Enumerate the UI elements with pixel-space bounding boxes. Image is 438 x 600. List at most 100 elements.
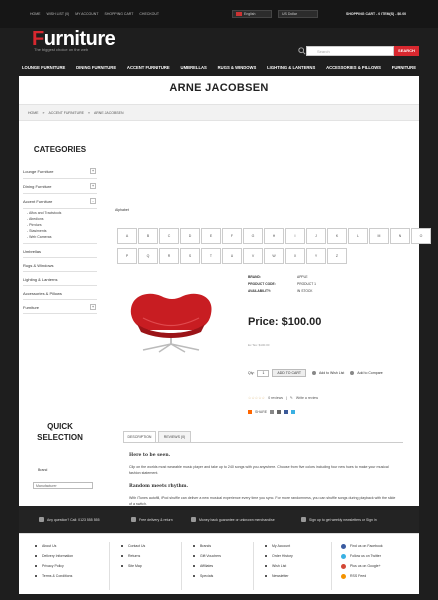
alphabet-letter[interactable]: G — [243, 228, 263, 244]
alphabet-letter[interactable]: E — [201, 228, 221, 244]
print-icon[interactable] — [277, 410, 282, 414]
alphabet-letter[interactable]: K — [327, 228, 347, 244]
alphabet-letter[interactable]: X — [285, 248, 305, 264]
product-image[interactable] — [123, 284, 219, 356]
add-to-compare-link[interactable]: Add to Compare — [357, 371, 383, 375]
nav-item-lighting[interactable]: Lighting & Lanterns — [267, 65, 315, 70]
alphabet-letter[interactable]: T — [201, 248, 221, 264]
twitter-link[interactable]: Follow us on Twitter — [341, 554, 383, 564]
footer-link[interactable]: About Us — [35, 544, 73, 554]
search-button[interactable]: SEARCH — [394, 46, 419, 56]
facebook-icon[interactable] — [284, 410, 289, 414]
description-heading: Random meets rhythm. — [129, 484, 189, 489]
alphabet-letter[interactable]: O — [411, 228, 431, 244]
alphabet-letter[interactable]: Z — [327, 248, 347, 264]
cart-summary[interactable]: SHOPPING CART - 0 ITEM(S) - $0.00 — [346, 12, 406, 16]
rss-link[interactable]: RSS Feed — [341, 574, 383, 584]
footer-link[interactable]: Site Map — [121, 564, 145, 574]
alphabet-letter[interactable]: I — [285, 228, 305, 244]
description-paragraph: Clip on the worlds most wearable music p… — [129, 465, 389, 475]
alphabet-letter[interactable]: H — [264, 228, 284, 244]
category-item[interactable]: Umbrellas — [23, 244, 97, 258]
alphabet-letter[interactable]: F — [222, 228, 242, 244]
nav-item-accessories[interactable]: Accessories & Pillows — [326, 65, 381, 70]
alphabet-letter[interactable]: A — [117, 228, 137, 244]
category-item[interactable]: Lighting & Lanterns — [23, 272, 97, 286]
feature-newsletter[interactable]: Sign up to get weekly newsletters or Sig… — [301, 517, 377, 522]
alphabet-letter[interactable]: C — [159, 228, 179, 244]
share-label[interactable]: SHARE — [255, 410, 267, 414]
alphabet-letter[interactable]: D — [180, 228, 200, 244]
breadcrumb-accent[interactable]: ACCENT FURNITURE — [48, 111, 84, 115]
alphabet-letter[interactable]: M — [369, 228, 389, 244]
footer-link[interactable]: Terms & Conditions — [35, 574, 73, 584]
write-review-link[interactable]: Write a review — [296, 396, 318, 400]
category-item[interactable]: Dining Furniture + — [23, 179, 97, 194]
footer-link[interactable]: Order History — [265, 554, 293, 564]
nav-item-umbrellas[interactable]: Umbrellas — [181, 65, 207, 70]
currency-select[interactable]: US Dollar — [278, 10, 318, 18]
alphabet-letter[interactable]: U — [222, 248, 242, 264]
expand-icon[interactable]: + — [90, 168, 96, 174]
nav-item-lounge[interactable]: Lounge Furniture — [22, 65, 65, 70]
alphabet-letter[interactable]: J — [306, 228, 326, 244]
spec-value[interactable]: APPLE — [297, 275, 308, 282]
category-item[interactable]: Lounge Furniture + — [23, 164, 97, 179]
footer-link[interactable]: Contact Us — [121, 544, 145, 554]
footer-divider — [331, 542, 332, 590]
top-link-checkout[interactable]: Checkout — [139, 12, 159, 16]
alphabet-letter[interactable]: S — [180, 248, 200, 264]
email-icon[interactable] — [270, 410, 275, 414]
facebook-link[interactable]: Find us on Facebook — [341, 544, 383, 554]
top-link-wishlist[interactable]: Wish List (0) — [47, 12, 70, 16]
nav-item-accent[interactable]: Accent Furniture — [127, 65, 170, 70]
category-item[interactable]: Furniture + — [23, 300, 97, 314]
page-title: ARNE JACOBSEN — [169, 82, 269, 94]
footer-link[interactable]: My Account — [265, 544, 293, 554]
feature-text[interactable]: Sign up to get weekly newsletters or Sig… — [309, 518, 377, 522]
alphabet-letter[interactable]: V — [243, 248, 263, 264]
footer-link[interactable]: Returns — [121, 554, 145, 564]
subcategory-item[interactable]: - Web Cameras — [27, 235, 97, 241]
alphabet-letter[interactable]: R — [159, 248, 179, 264]
alphabet-letter[interactable]: Q — [138, 248, 158, 264]
search-input[interactable]: Search — [306, 46, 394, 56]
footer-link[interactable]: Specials — [193, 574, 221, 584]
alphabet-letter[interactable]: N — [390, 228, 410, 244]
footer-link[interactable]: Affiliates — [193, 564, 221, 574]
category-item[interactable]: Rugs & Windows — [23, 258, 97, 272]
breadcrumb-home[interactable]: HOME — [28, 111, 39, 115]
expand-icon[interactable]: + — [90, 183, 96, 189]
nav-item-dining[interactable]: Dining Furniture — [76, 65, 116, 70]
category-item[interactable]: Accent Furniture - — [23, 194, 97, 209]
collapse-icon[interactable]: - — [90, 198, 96, 204]
alphabet-letter[interactable]: L — [348, 228, 368, 244]
category-label: Accessories & Pillows — [23, 291, 62, 296]
add-to-cart-button[interactable]: ADD TO CART — [272, 369, 306, 377]
alphabet-letter[interactable]: W — [264, 248, 284, 264]
category-item[interactable]: Accessories & Pillows — [23, 286, 97, 300]
footer-link[interactable]: Delivery Information — [35, 554, 73, 564]
alphabet-letter[interactable]: P — [117, 248, 137, 264]
alphabet-letter[interactable]: B — [138, 228, 158, 244]
nav-item-rugs[interactable]: Rugs & Windows — [218, 65, 257, 70]
nav-item-furniture[interactable]: Furniture — [392, 65, 416, 70]
twitter-icon[interactable] — [291, 410, 296, 414]
top-link-cart[interactable]: Shopping Cart — [104, 12, 133, 16]
categories-heading: CATEGORIES — [33, 145, 87, 154]
add-to-wishlist-link[interactable]: Add to Wish List — [319, 371, 344, 375]
language-select[interactable]: English — [232, 10, 272, 18]
top-link-account[interactable]: My Account — [75, 12, 98, 16]
qty-input[interactable]: 1 — [257, 369, 270, 377]
footer-link[interactable]: Newsletter — [265, 574, 293, 584]
brand-select[interactable]: Manufacturer — [33, 482, 93, 489]
alphabet-letter[interactable]: Y — [306, 248, 326, 264]
footer-link[interactable]: Privacy Policy — [35, 564, 73, 574]
expand-icon[interactable]: + — [90, 304, 96, 310]
reviews-link[interactable]: 0 reviews — [268, 396, 283, 400]
footer-link[interactable]: Brands — [193, 544, 221, 554]
top-link-home[interactable]: Home — [30, 12, 41, 16]
google-plus-link[interactable]: Plus us on Google+ — [341, 564, 383, 574]
footer-link[interactable]: Gift Vouchers — [193, 554, 221, 564]
footer-link[interactable]: Wish List — [265, 564, 293, 574]
